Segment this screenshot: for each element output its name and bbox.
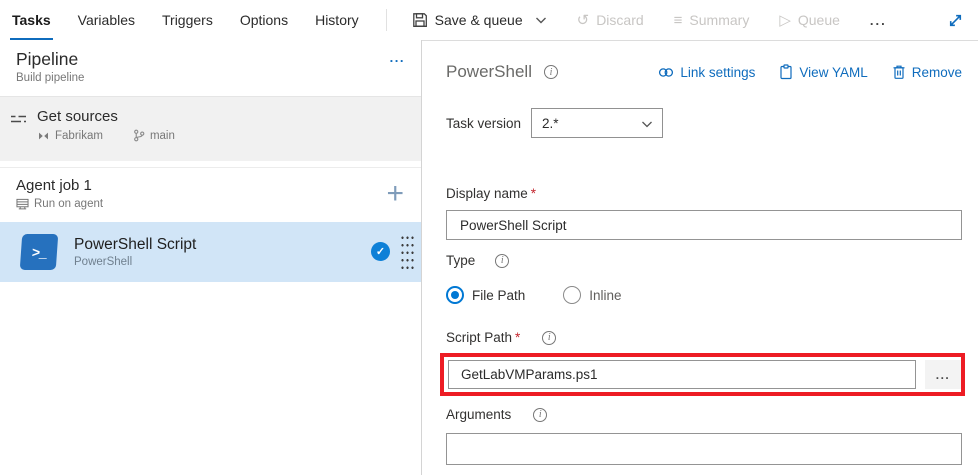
view-yaml-label: View YAML [799,65,867,80]
tab-label: Options [240,12,288,28]
save-icon [412,12,428,28]
link-settings-link[interactable]: Link settings [658,65,755,80]
remove-label: Remove [912,65,962,80]
required-asterisk: * [515,330,520,345]
script-path-input[interactable] [448,360,916,389]
script-path-label: Script Path [446,330,512,345]
view-yaml-link[interactable]: View YAML [779,64,867,80]
powershell-icon: >_ [20,234,59,270]
branch-name: main [133,129,175,142]
repo-name: Fabrikam [37,130,103,142]
tab-label: Triggers [162,12,213,28]
script-path-highlight: ... [440,353,965,396]
summary-button[interactable]: ≡ Summary [674,12,750,28]
clipboard-icon [779,64,793,80]
tab-variables[interactable]: Variables [78,0,135,40]
toolbar-divider [386,9,387,31]
pipeline-more-button[interactable]: ... [390,50,405,65]
remove-link[interactable]: Remove [892,64,962,80]
panel-title: PowerShell [446,62,532,82]
sources-icon [10,112,28,161]
radio-inline-label: Inline [589,288,621,303]
tab-options[interactable]: Options [240,0,288,40]
info-icon[interactable]: i [542,331,556,345]
info-icon[interactable]: i [533,408,547,422]
radio-file-path-label: File Path [472,288,525,303]
link-settings-label: Link settings [680,65,755,80]
repo-icon [37,130,50,142]
chevron-down-icon[interactable] [535,16,547,25]
task-title: PowerShell Script [74,236,196,254]
task-subtitle: PowerShell [74,256,196,268]
task-row-powershell[interactable]: >_ PowerShell Script PowerShell ✓ [0,222,421,282]
display-name-label: Display name [446,186,528,201]
play-icon: ▷ [779,13,791,28]
type-label: Type [446,253,475,268]
task-version-select[interactable]: 2.* [531,108,663,138]
save-and-queue-button[interactable]: Save & queue [412,12,547,28]
repo-label: Fabrikam [55,130,103,142]
drag-handle[interactable] [399,233,414,271]
radio-unselected-icon [563,286,581,304]
toolbar-more-button[interactable]: ... [870,13,887,28]
tab-tasks[interactable]: Tasks [12,0,51,40]
undo-icon: ↺ [577,13,590,28]
display-name-input[interactable] [446,210,962,240]
radio-file-path[interactable]: File Path [446,286,525,304]
tab-label: History [315,12,359,28]
required-asterisk: * [531,186,536,201]
pipeline-header[interactable]: Pipeline Build pipeline ... [0,40,421,97]
tab-label: Variables [78,12,135,28]
arguments-label: Arguments [446,407,511,422]
discard-label: Discard [596,12,643,28]
queue-button[interactable]: ▷ Queue [779,12,840,28]
trash-icon [892,64,906,80]
branch-icon [133,129,145,142]
branch-label: main [150,130,175,142]
pipeline-title: Pipeline [16,49,405,70]
summary-label: Summary [689,12,749,28]
tab-triggers[interactable]: Triggers [162,0,213,40]
tab-history[interactable]: History [315,0,359,40]
agent-job-title: Agent job 1 [16,177,405,194]
info-icon[interactable]: i [495,254,509,268]
top-toolbar: Tasks Variables Triggers Options History… [0,0,978,40]
info-icon[interactable]: i [544,65,558,79]
browse-button[interactable]: ... [925,360,961,389]
link-icon [658,66,674,79]
radio-selected-icon [446,286,464,304]
add-task-button[interactable]: + [386,179,404,209]
pipeline-tree-panel: Pipeline Build pipeline ... Get sources … [0,40,422,475]
arguments-input[interactable] [446,433,962,465]
task-settings-panel: PowerShell i Link settings V [422,40,978,475]
get-sources-title: Get sources [37,108,175,125]
task-enabled-check-icon[interactable]: ✓ [371,242,390,261]
expand-icon[interactable] [947,12,964,29]
agent-subtitle: Run on agent [34,198,103,210]
get-sources-item[interactable]: Get sources Fabrikam mai [0,97,421,161]
pipeline-subtitle: Build pipeline [16,72,405,84]
save-and-queue-label: Save & queue [435,12,523,28]
radio-inline[interactable]: Inline [563,286,621,304]
list-icon: ≡ [674,13,683,28]
agent-meta: Run on agent [16,198,103,210]
agent-job-item[interactable]: Agent job 1 Run on agent + [0,167,421,222]
chevron-down-icon [641,120,653,129]
queue-label: Queue [798,12,840,28]
agent-icon [16,198,29,210]
tab-label: Tasks [12,12,51,28]
task-version-label: Task version [446,116,521,131]
task-version-value: 2.* [542,116,559,131]
discard-button[interactable]: ↺ Discard [577,12,644,28]
